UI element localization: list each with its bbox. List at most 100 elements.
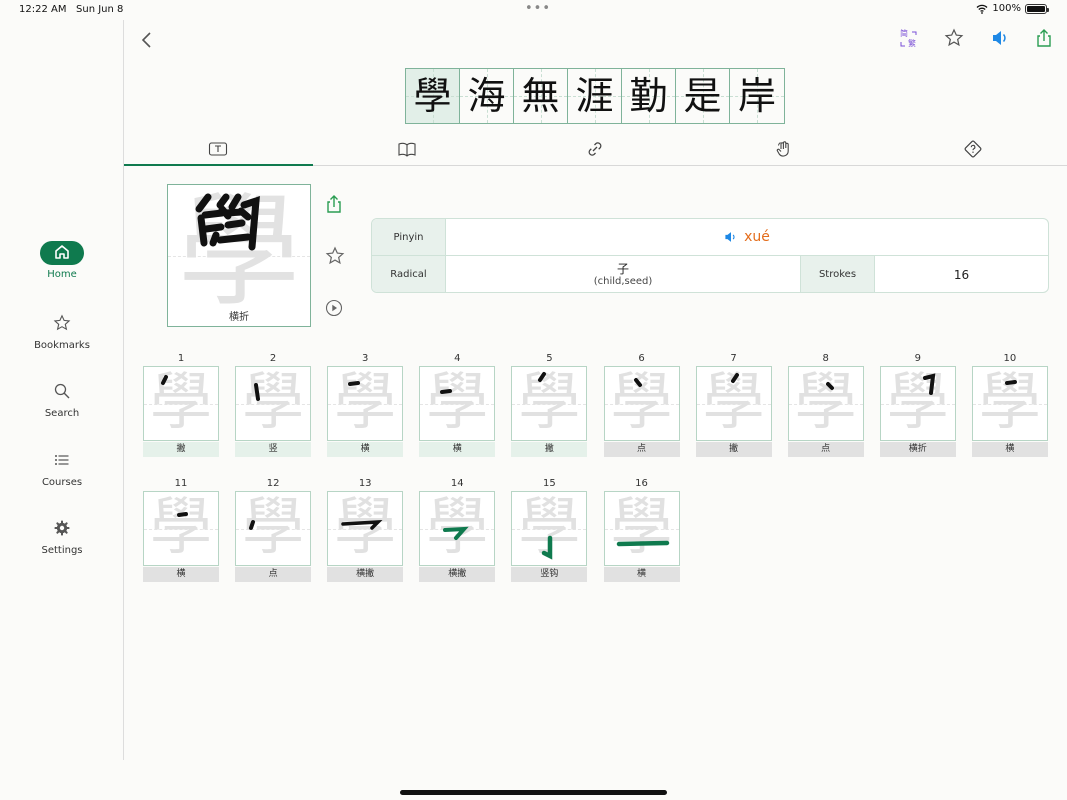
stroke-cell[interactable]: 4 學横 <box>419 352 496 457</box>
bookmark-character-button[interactable] <box>325 246 345 270</box>
tab-book[interactable] <box>313 132 502 165</box>
stroke-cell[interactable]: 5 學撇 <box>511 352 588 457</box>
star-icon <box>325 246 345 265</box>
stroke-animation-canvas[interactable]: 學 横折 <box>167 184 311 327</box>
sidebar-item-home[interactable]: Home <box>0 241 124 280</box>
text-tab-icon <box>209 141 228 156</box>
stroke-cell[interactable]: 13 學横撇 <box>327 477 404 582</box>
tab-hand[interactable] <box>690 132 879 165</box>
sidebar: Home Bookmarks Search Courses Settings <box>0 20 124 760</box>
stroke-number: 12 <box>266 478 280 489</box>
phrase-char-cell[interactable]: 是 <box>676 69 730 123</box>
stroke-diagram: 學 <box>419 366 496 441</box>
stroke-diagram: 學 <box>143 366 219 441</box>
stroke-cell[interactable]: 11 學横 <box>143 477 219 582</box>
stroke-cell[interactable]: 15 學竖钩 <box>511 477 588 582</box>
chevron-left-icon <box>141 32 151 48</box>
battery-percent: 100% <box>992 3 1021 14</box>
sidebar-item-search[interactable]: Search <box>0 380 124 419</box>
stroke-diagram: 學 <box>235 491 312 566</box>
share-character-button[interactable] <box>325 194 343 218</box>
stroke-number: 7 <box>730 353 737 364</box>
stroke-diagram: 學 <box>787 366 864 441</box>
tab-link[interactable] <box>501 132 690 165</box>
stroke-number: 2 <box>269 353 277 364</box>
stroke-name: 撇 <box>143 442 219 457</box>
stroke-cell[interactable]: 16 學横 <box>603 477 680 582</box>
tab-quiz[interactable] <box>878 132 1067 165</box>
gear-icon <box>40 517 84 541</box>
list-icon <box>40 449 84 473</box>
battery-icon <box>1025 3 1049 14</box>
tab-text[interactable] <box>124 132 313 166</box>
stroke-diagram: 學 <box>603 491 680 566</box>
stroke-cell[interactable]: 9 學横折 <box>879 352 956 457</box>
play-animation-button[interactable] <box>325 299 343 321</box>
stroke-cell[interactable]: 1 學撇 <box>143 352 219 457</box>
stroke-cell[interactable]: 10 學横 <box>971 352 1048 457</box>
phrase-char-cell[interactable]: 勤 <box>622 69 676 123</box>
pinyin-value[interactable]: xué <box>446 219 1048 255</box>
stroke-cell[interactable]: 12 學点 <box>235 477 312 582</box>
stroke-cell[interactable]: 6 學点 <box>603 352 680 457</box>
stroke-highlight <box>616 540 669 547</box>
share-button[interactable] <box>1035 28 1053 52</box>
search-icon <box>40 380 84 404</box>
status-right: 100% <box>976 3 1049 14</box>
sidebar-item-settings[interactable]: Settings <box>0 517 124 556</box>
stroke-highlight <box>542 535 553 560</box>
stroke-name: 横 <box>971 442 1048 457</box>
bookmark-star-button[interactable] <box>944 28 964 52</box>
sidebar-item-label: Bookmarks <box>34 340 90 351</box>
stroke-highlight <box>538 372 547 382</box>
sidebar-item-bookmarks[interactable]: Bookmarks <box>0 312 124 351</box>
phrase-char-cell[interactable]: 學 <box>406 69 460 123</box>
stroke-cell[interactable]: 3 學横 <box>327 352 404 457</box>
simp-trad-toggle-button[interactable]: 简 繁 <box>898 28 920 50</box>
play-circle-icon <box>325 299 343 317</box>
stroke-diagram: 學 <box>603 366 680 441</box>
radical-value: 子 (child,seed) <box>446 256 801 292</box>
star-icon <box>944 28 964 47</box>
multitask-dots-icon[interactable]: ••• <box>525 1 551 16</box>
stroke-highlight <box>730 373 739 383</box>
phrase-char-cell[interactable]: 海 <box>460 69 514 123</box>
stroke-name: 横 <box>327 442 404 457</box>
stroke-cell[interactable]: 14 學横撇 <box>419 477 496 582</box>
stroke-name: 横撇 <box>419 567 496 582</box>
stroke-name: 横撇 <box>327 567 404 582</box>
stroke-diagram: 學 <box>327 366 404 441</box>
phrase-char-cell[interactable]: 無 <box>514 69 568 123</box>
stroke-highlight <box>633 378 642 387</box>
star-icon <box>40 312 84 336</box>
speaker-icon <box>725 232 735 242</box>
stroke-number: 1 <box>177 353 185 364</box>
sidebar-item-label: Settings <box>41 545 83 556</box>
stroke-number: 16 <box>635 478 648 489</box>
stroke-name: 横折 <box>879 442 956 457</box>
back-button[interactable] <box>139 30 155 50</box>
stroke-diagram: 學 <box>695 366 772 441</box>
stroke-number: 14 <box>450 478 464 489</box>
sidebar-item-label: Courses <box>41 477 83 488</box>
sidebar-item-courses[interactable]: Courses <box>0 449 124 488</box>
speaker-icon <box>993 31 1006 45</box>
stroke-cell[interactable]: 8 學点 <box>787 352 864 457</box>
current-stroke-label: 横折 <box>229 312 249 323</box>
stroke-diagram: 學 <box>971 366 1048 441</box>
wifi-icon <box>976 4 988 14</box>
stroke-name: 横 <box>603 567 680 582</box>
phrase-grid: 學 海 無 涯 勤 是 岸 <box>405 68 785 124</box>
stroke-number: 10 <box>1003 353 1017 364</box>
swap-arrows-icon <box>900 31 917 47</box>
stroke-number: 9 <box>914 353 921 364</box>
radical-char: 子 <box>616 261 629 276</box>
radical-meaning: (child,seed) <box>593 275 653 287</box>
speaker-button[interactable] <box>990 28 1010 52</box>
phrase-char-cell[interactable]: 涯 <box>568 69 622 123</box>
phrase-char-cell[interactable]: 岸 <box>730 69 784 123</box>
strokes-label: Strokes <box>801 256 875 292</box>
stroke-cell[interactable]: 7 學撇 <box>695 352 772 457</box>
stroke-cell[interactable]: 2 學竖 <box>235 352 312 457</box>
stroke-name: 撇 <box>695 442 772 457</box>
